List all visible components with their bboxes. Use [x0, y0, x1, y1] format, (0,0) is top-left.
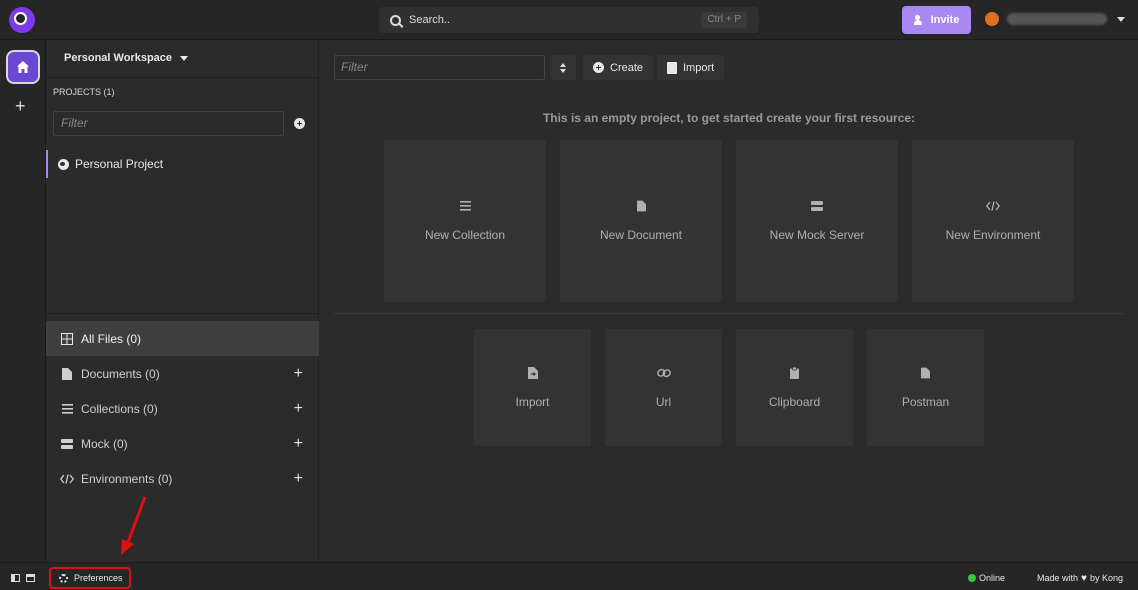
by-label: by Kong	[1089, 573, 1123, 583]
sidebar-item-label: Environments (0)	[81, 471, 173, 486]
toggle-panel-icon[interactable]	[26, 574, 35, 582]
import-file-card[interactable]: Import	[474, 329, 591, 446]
document-icon	[921, 367, 930, 381]
add-document-button[interactable]: +	[294, 365, 303, 382]
file-import-icon	[667, 61, 677, 74]
sidebar-item-label: Documents (0)	[81, 366, 160, 381]
divider	[46, 313, 319, 314]
list-icon	[60, 402, 74, 416]
import-button[interactable]: Import	[657, 55, 725, 80]
made-with-credit[interactable]: Made with ♥ by Kong	[1037, 573, 1123, 583]
sidebar-item-all-files[interactable]: All Files (0)	[46, 321, 319, 356]
sort-up-icon	[560, 62, 566, 67]
card-label: New Environment	[945, 228, 1041, 242]
card-label: Clipboard	[768, 394, 821, 409]
import-postman-card[interactable]: Postman	[867, 329, 984, 446]
new-mock-server-card[interactable]: New Mock Server	[736, 140, 898, 302]
sidebar: Personal Workspace PROJECTS (1) Filter P…	[46, 40, 319, 562]
project-item[interactable]: Personal Project	[46, 150, 319, 178]
invite-label: Invite	[930, 14, 960, 26]
preferences-label: Preferences	[74, 573, 123, 583]
online-status: Online	[968, 573, 1005, 583]
gear-icon	[59, 573, 68, 583]
heart-icon: ♥	[1081, 572, 1087, 584]
add-user-icon	[913, 15, 926, 25]
search-bar[interactable]: Search.. Ctrl + P	[379, 7, 759, 33]
username-redacted	[1007, 13, 1107, 25]
import-url-card[interactable]: Url	[605, 329, 722, 446]
create-button[interactable]: Create	[583, 55, 654, 80]
sidebar-item-environments[interactable]: Environments (0) +	[46, 461, 319, 496]
list-icon	[459, 200, 471, 214]
card-label: Import	[515, 394, 550, 409]
sidebar-item-mock[interactable]: Mock (0) +	[46, 426, 319, 461]
code-icon	[60, 472, 74, 486]
projects-header: PROJECTS (1)	[53, 87, 115, 97]
main-panel: Filter Create Import This is an empty pr…	[320, 40, 1138, 562]
online-label: Online	[979, 573, 1006, 583]
user-menu[interactable]	[985, 12, 1125, 26]
card-label: Url	[655, 394, 672, 409]
grid-icon	[60, 332, 74, 346]
link-icon	[656, 367, 671, 381]
empty-project-message: This is an empty project, to get started…	[542, 111, 916, 125]
card-label: New Document	[599, 228, 683, 242]
new-environment-card[interactable]: New Environment	[912, 140, 1074, 302]
card-label: New Mock Server	[769, 228, 865, 242]
divider	[46, 77, 319, 78]
add-mock-button[interactable]: +	[294, 435, 303, 452]
project-name: Personal Project	[75, 157, 164, 171]
card-label: New Collection	[424, 228, 506, 242]
server-icon	[811, 200, 823, 214]
create-label: Create	[610, 61, 644, 74]
file-import-icon	[527, 366, 538, 381]
new-document-card[interactable]: New Document	[560, 140, 722, 302]
app-logo-icon[interactable]	[9, 7, 35, 33]
top-bar: Search.. Ctrl + P Invite	[0, 0, 1138, 40]
sort-down-icon	[560, 68, 566, 73]
import-label: Import	[683, 61, 715, 74]
plus-circle-icon	[593, 62, 604, 73]
code-icon	[985, 200, 1001, 214]
sidebar-item-documents[interactable]: Documents (0) +	[46, 356, 319, 391]
divider	[334, 313, 1124, 314]
sidebar-item-label: Collections (0)	[81, 401, 158, 416]
sidebar-item-label: Mock (0)	[81, 436, 128, 451]
import-clipboard-card[interactable]: Clipboard	[736, 329, 853, 446]
add-environment-button[interactable]: +	[294, 470, 303, 487]
new-collection-card[interactable]: New Collection	[384, 140, 546, 302]
toggle-sidebar-icon[interactable]	[11, 574, 20, 582]
chevron-down-icon	[1117, 16, 1125, 22]
add-organization-button[interactable]: +	[15, 97, 26, 115]
home-button[interactable]	[6, 50, 40, 84]
search-label: Search..	[409, 14, 450, 26]
invite-button[interactable]: Invite	[902, 6, 971, 34]
workspace-selector[interactable]: Personal Workspace	[64, 52, 189, 64]
search-shortcut: Ctrl + P	[701, 12, 747, 28]
preferences-button[interactable]: Preferences	[49, 567, 131, 589]
search-icon	[390, 14, 401, 26]
home-icon	[17, 61, 29, 73]
made-with-label: Made with	[1037, 573, 1079, 583]
globe-icon	[58, 158, 69, 170]
status-dot-icon	[968, 574, 976, 582]
annotation-arrow-icon	[121, 496, 147, 555]
chevron-down-icon	[180, 55, 189, 61]
card-label: Postman	[901, 394, 950, 409]
sort-button[interactable]	[550, 55, 576, 80]
status-bar: Preferences Online Made with ♥ by Kong	[0, 562, 1138, 590]
clipboard-icon	[790, 366, 799, 381]
project-filter-input[interactable]: Filter	[53, 111, 284, 136]
workspace-name: Personal Workspace	[64, 52, 173, 64]
document-icon	[636, 200, 646, 214]
add-project-button[interactable]	[294, 118, 305, 129]
sidebar-item-collections[interactable]: Collections (0) +	[46, 391, 319, 426]
document-icon	[60, 367, 74, 381]
left-rail: +	[0, 40, 46, 562]
server-icon	[60, 437, 74, 451]
avatar	[985, 12, 999, 26]
resource-filter-input[interactable]: Filter	[334, 55, 545, 80]
add-collection-button[interactable]: +	[294, 400, 303, 417]
sidebar-item-label: All Files (0)	[81, 331, 142, 346]
